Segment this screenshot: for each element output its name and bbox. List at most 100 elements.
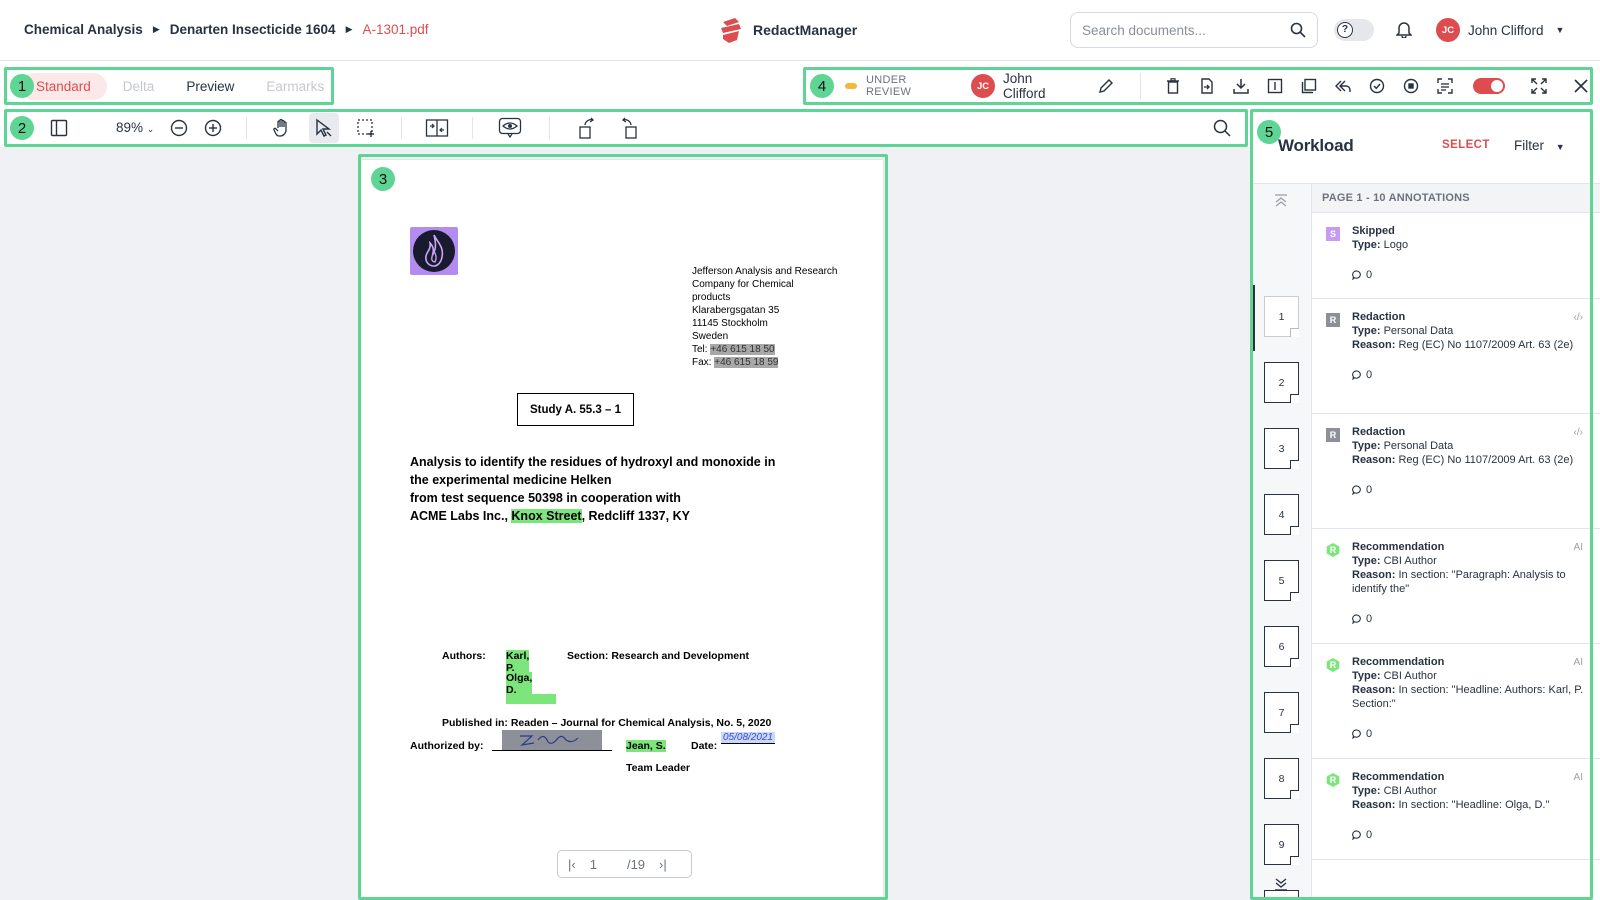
- last-page-icon[interactable]: ›|: [659, 857, 667, 872]
- redaction-badge: R: [1326, 428, 1340, 442]
- page-thumb-7[interactable]: 7: [1264, 692, 1299, 733]
- ocr-scan-icon[interactable]: [1433, 74, 1457, 98]
- highlight-author-olga[interactable]: Olga, D.: [506, 672, 533, 696]
- mode-preview[interactable]: Preview: [170, 73, 250, 100]
- current-page-input[interactable]: 1: [590, 857, 597, 872]
- approve-icon[interactable]: [1365, 74, 1389, 98]
- annotation-reason: Reason: In section: "Paragraph: Analysis…: [1352, 568, 1585, 596]
- toggle-sidebar-icon[interactable]: [44, 113, 74, 143]
- zoom-level[interactable]: 89% ⌄: [116, 120, 154, 135]
- title-text: ACME Labs Inc.,: [410, 509, 512, 523]
- help-mode-toggle[interactable]: ?: [1334, 19, 1374, 41]
- comment-count[interactable]: 0: [1352, 483, 1585, 497]
- annotation-card[interactable]: R ‹/› Redaction Type: Personal Data Reas…: [1312, 299, 1600, 414]
- copy-icon[interactable]: [1297, 74, 1321, 98]
- fullscreen-icon[interactable]: [1527, 74, 1551, 98]
- rotate-left-icon[interactable]: [572, 113, 602, 143]
- page-thumb-6[interactable]: 6: [1264, 626, 1299, 667]
- total-pages: /19: [626, 856, 646, 872]
- divider: [549, 116, 551, 139]
- reply-all-icon[interactable]: [1331, 74, 1355, 98]
- comment-count[interactable]: 0: [1352, 612, 1585, 626]
- download-icon[interactable]: [1229, 74, 1253, 98]
- page-thumb-4[interactable]: 4: [1264, 494, 1299, 535]
- pdf-page[interactable]: Jefferson Analysis and Research Company …: [361, 160, 883, 900]
- search-box: [1070, 12, 1318, 48]
- breadcrumb-file[interactable]: A-1301.pdf: [363, 22, 429, 37]
- annotation-type: Type: Personal Data: [1352, 439, 1585, 453]
- page-thumb-9[interactable]: 9: [1264, 824, 1299, 865]
- highlight-knox-street[interactable]: Knox Street: [511, 509, 582, 523]
- page-thumb-2[interactable]: 2: [1264, 362, 1299, 403]
- title-line: the experimental medicine Helken: [410, 473, 612, 487]
- zoom-out-icon[interactable]: [164, 113, 194, 143]
- annotation-card[interactable]: R AI Recommendation Type: CBI Author Rea…: [1312, 529, 1600, 644]
- breadcrumb: Chemical Analysis ▶ Denarten Insecticide…: [24, 22, 429, 37]
- highlight-jean[interactable]: Jean, S.: [626, 740, 666, 752]
- comment-count[interactable]: 0: [1352, 268, 1585, 282]
- highlight-author-karl[interactable]: Karl, P.: [506, 650, 530, 674]
- export-file-icon[interactable]: [1195, 74, 1219, 98]
- delete-icon[interactable]: [1161, 74, 1185, 98]
- comment-count[interactable]: 0: [1352, 727, 1585, 741]
- edit-assignee-icon[interactable]: [1094, 74, 1118, 98]
- comment-count[interactable]: 0: [1352, 368, 1585, 382]
- annotation-card[interactable]: R AI Recommendation Type: CBI Author Rea…: [1312, 759, 1600, 860]
- page-thumb-3[interactable]: 3: [1264, 428, 1299, 469]
- page-thumb-8[interactable]: 8: [1264, 758, 1299, 799]
- recommendation-badge: R: [1326, 543, 1340, 557]
- zoom-in-icon[interactable]: [198, 113, 228, 143]
- reason-label: Reason:: [1352, 569, 1396, 581]
- scroll-bottom-icon[interactable]: [1274, 877, 1288, 893]
- select-button[interactable]: SELECT: [1442, 139, 1490, 151]
- preview-eye-icon[interactable]: [495, 113, 525, 143]
- page-thumb-5[interactable]: 5: [1264, 560, 1299, 601]
- annotation-card[interactable]: S Skipped Type: Logo 0: [1312, 213, 1600, 299]
- help-icon: ?: [1337, 22, 1353, 38]
- user-menu[interactable]: JC John Clifford ▼: [1436, 18, 1564, 42]
- annotation-card[interactable]: R AI Recommendation Type: CBI Author Rea…: [1312, 644, 1600, 759]
- stop-icon[interactable]: [1399, 74, 1423, 98]
- first-page-icon[interactable]: |‹: [568, 857, 576, 872]
- comment-count[interactable]: 0: [1352, 828, 1585, 842]
- document-info-icon[interactable]: [1263, 74, 1287, 98]
- document-title: Analysis to identify the residues of hyd…: [410, 453, 840, 525]
- redacted-phone[interactable]: +46 615 18 50: [710, 344, 775, 355]
- redaction-toggle[interactable]: [1473, 78, 1506, 94]
- area-select-icon[interactable]: [351, 113, 381, 143]
- search-document-icon[interactable]: [1207, 113, 1237, 143]
- mode-delta[interactable]: Delta: [107, 73, 171, 100]
- annotation-reason: Reason: In section: "Headline: Olga, D.": [1352, 798, 1585, 812]
- highlight-empty[interactable]: [506, 694, 556, 704]
- date-value[interactable]: 05/08/2021: [721, 732, 776, 744]
- breadcrumb-denarten[interactable]: Denarten Insecticide 1604: [170, 22, 336, 37]
- reason-label: Reason:: [1352, 799, 1396, 811]
- company-address: Jefferson Analysis and Research Company …: [692, 265, 852, 369]
- address-line: products: [692, 292, 731, 303]
- company-logo[interactable]: [410, 227, 458, 275]
- annotation-card[interactable]: R ‹/› Redaction Type: Personal Data Reas…: [1312, 414, 1600, 529]
- divider: [472, 116, 474, 139]
- page-thumb-1[interactable]: 1: [1264, 296, 1299, 337]
- search-icon[interactable]: [1290, 22, 1306, 38]
- type-value: CBI Author: [1383, 670, 1437, 682]
- redacted-fax[interactable]: +46 615 18 59: [714, 357, 779, 368]
- close-icon[interactable]: [1569, 74, 1593, 98]
- bell-icon[interactable]: [1396, 20, 1412, 38]
- search-input[interactable]: [1082, 22, 1290, 38]
- select-cursor-icon[interactable]: [309, 112, 340, 143]
- reason-label: Reason:: [1352, 454, 1396, 466]
- pan-hand-icon[interactable]: [267, 113, 297, 143]
- chevron-right-icon: ▶: [152, 24, 160, 34]
- redacted-signature[interactable]: [502, 730, 602, 750]
- rotate-right-icon[interactable]: [614, 113, 644, 143]
- mode-earmarks[interactable]: Earmarks: [250, 73, 340, 100]
- filter-dropdown[interactable]: Filter ▼: [1514, 138, 1565, 153]
- breadcrumb-chemical-analysis[interactable]: Chemical Analysis: [24, 22, 143, 37]
- compare-icon[interactable]: [422, 113, 452, 143]
- type-value: CBI Author: [1383, 785, 1437, 797]
- reason-label: Reason:: [1352, 339, 1396, 351]
- brand-logo[interactable]: RedactManager: [717, 16, 857, 44]
- scroll-top-icon[interactable]: [1274, 194, 1288, 208]
- page-thumbnails: 1 2 3 4 5 6 7 8 9 10: [1252, 183, 1312, 900]
